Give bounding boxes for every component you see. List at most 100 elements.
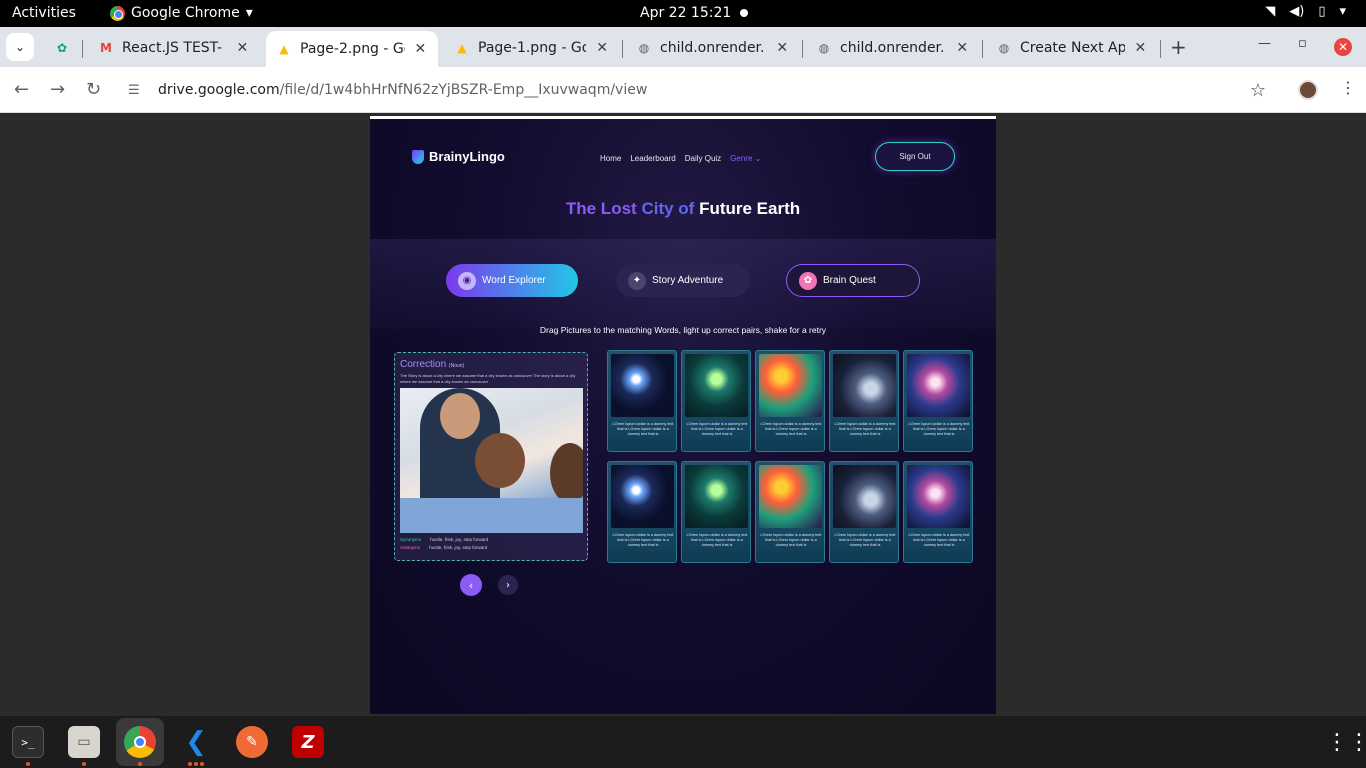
- brain-quest-button[interactable]: ✿ Brain Quest: [786, 264, 920, 297]
- app-menu-label: Google Chrome: [131, 5, 240, 21]
- tab-page-2[interactable]: ▲ Page-2.png - Go ✕: [266, 31, 438, 67]
- url-text[interactable]: drive.google.com/file/d/1w4bhHrNfN62zYjB…: [158, 82, 647, 98]
- profile-avatar[interactable]: [1298, 80, 1318, 100]
- picture-card[interactable]: LOrem Ispum dollar is a dummy text that …: [681, 461, 751, 563]
- running-indicator: [82, 762, 86, 766]
- space-portal-image: [611, 354, 674, 417]
- tab-page-1[interactable]: ▲ Page-1.png - Go ✕: [444, 33, 620, 63]
- nav-genre-label: Genre: [730, 154, 753, 163]
- word-title: Correction (Noun): [400, 359, 464, 370]
- synonyms-label: Synonyms: [400, 537, 422, 542]
- nav-leaderboard[interactable]: Leaderboard: [630, 154, 675, 163]
- story-adventure-button[interactable]: ✦ Story Adventure: [616, 264, 750, 297]
- running-indicator: [188, 762, 192, 766]
- show-apps-icon[interactable]: ⋮⋮⋮: [1326, 730, 1366, 755]
- tab-search-button[interactable]: ⌄: [6, 33, 34, 61]
- tab-chatgpt[interactable]: ✿: [44, 33, 80, 63]
- terminal-icon[interactable]: >_: [12, 726, 44, 758]
- activities-button[interactable]: Activities: [12, 5, 76, 21]
- part-of-speech: (Noun): [448, 363, 465, 369]
- address-bar[interactable]: ☰ drive.google.com/file/d/1w4bhHrNfN62zY…: [120, 74, 1280, 106]
- instruction-text: Drag Pictures to the matching Words, lig…: [539, 325, 827, 335]
- more-menu-icon[interactable]: ⋮: [1340, 78, 1356, 97]
- picture-card[interactable]: LOrem Ispum dollar is a dummy text that …: [903, 461, 973, 563]
- nav-home[interactable]: Home: [600, 154, 621, 163]
- photo-student: [475, 433, 525, 488]
- app-menu[interactable]: Google Chrome ▾: [110, 5, 253, 21]
- picture-caption: LOrem Ispum dollar is a dummy text that …: [908, 422, 970, 436]
- picture-card[interactable]: LOrem Ispum dollar is a dummy text that …: [607, 461, 677, 563]
- picture-caption: LOrem Ispum dollar is a dummy text that …: [686, 422, 748, 436]
- word-explorer-button[interactable]: ◉ Word Explorer: [446, 264, 578, 297]
- colorful-nebula-image: [759, 354, 822, 417]
- magnifier-icon: ◉: [458, 271, 476, 290]
- close-tab-icon[interactable]: ✕: [413, 41, 428, 57]
- chrome-icon: [110, 5, 125, 21]
- postman-icon[interactable]: ✎: [236, 726, 268, 758]
- running-indicator: [138, 762, 142, 766]
- files-icon[interactable]: ▭: [68, 726, 100, 758]
- title-part-3: Future Earth: [699, 199, 801, 218]
- space-vortex-image: [907, 354, 970, 417]
- previous-button[interactable]: ‹: [460, 574, 482, 596]
- wifi-icon: ◥: [1265, 4, 1276, 19]
- word-text: Correction: [400, 359, 447, 370]
- minimize-icon[interactable]: —: [1258, 36, 1271, 51]
- tab-separator: [982, 40, 983, 58]
- close-tab-icon[interactable]: ✕: [775, 40, 790, 56]
- bookmark-star-icon[interactable]: ☆: [1250, 80, 1266, 101]
- chrome-icon[interactable]: [124, 726, 156, 758]
- picture-grid: LOrem Ispum dollar is a dummy text that …: [607, 350, 973, 563]
- url-path: /file/d/1w4bhHrNfN62zYjBSZR-Emp__Ixuvwaq…: [279, 82, 648, 98]
- next-button[interactable]: ›: [498, 575, 518, 595]
- back-icon[interactable]: ←: [14, 79, 29, 100]
- tab-gmail[interactable]: M React.JS TEST- I ✕: [88, 33, 260, 63]
- picture-caption: LOrem Ispum dollar is a dummy text that …: [834, 533, 896, 547]
- site-nav: Home Leaderboard Daily Quiz Genre ⌄: [600, 154, 761, 163]
- battery-icon: ▯: [1318, 4, 1326, 19]
- tab-label: child.onrender.: [660, 40, 765, 56]
- close-tab-icon[interactable]: ✕: [955, 40, 970, 56]
- picture-card[interactable]: LOrem Ispum dollar is a dummy text that …: [755, 350, 825, 452]
- nav-daily-quiz[interactable]: Daily Quiz: [685, 154, 721, 163]
- system-tray[interactable]: ◥ ◀) ▯ ▾: [1265, 4, 1346, 19]
- tab-child-onrender-2[interactable]: ◍ child.onrender. ✕: [806, 33, 980, 63]
- vscode-icon[interactable]: ❮: [180, 726, 212, 758]
- close-window-icon[interactable]: ✕: [1334, 38, 1352, 56]
- new-tab-icon[interactable]: +: [1170, 35, 1187, 59]
- picture-caption: LOrem Ispum dollar is a dummy text that …: [612, 533, 674, 547]
- title-part-1: The Lost: [565, 199, 637, 218]
- tab-child-onrender-1[interactable]: ◍ child.onrender. ✕: [626, 33, 800, 63]
- antonyms-value: hustle, frisk, joy, step forward: [429, 545, 488, 550]
- system-top-bar: Activities Google Chrome ▾ Apr 22 15:21 …: [0, 0, 1366, 27]
- google-drive-icon: ▲: [457, 41, 467, 55]
- tab-label: Create Next Ap: [1020, 40, 1125, 56]
- brainylingo-logo[interactable]: BrainyLingo: [412, 149, 505, 164]
- site-settings-icon[interactable]: ☰: [128, 83, 148, 98]
- tab-create-next-app[interactable]: ◍ Create Next Ap ✕: [986, 33, 1158, 63]
- picture-card[interactable]: LOrem Ispum dollar is a dummy text that …: [829, 350, 899, 452]
- forward-icon[interactable]: →: [50, 79, 65, 100]
- picture-card[interactable]: LOrem Ispum dollar is a dummy text that …: [607, 350, 677, 452]
- close-tab-icon[interactable]: ✕: [235, 40, 250, 56]
- astronaut-icon: ✦: [628, 271, 646, 290]
- picture-caption: LOrem Ispum dollar is a dummy text that …: [760, 422, 822, 436]
- picture-card[interactable]: LOrem Ispum dollar is a dummy text that …: [903, 350, 973, 452]
- close-tab-icon[interactable]: ✕: [1133, 40, 1148, 56]
- running-indicator: [26, 762, 30, 766]
- logo-text: BrainyLingo: [429, 149, 505, 164]
- filezilla-icon[interactable]: Z: [292, 726, 324, 758]
- close-tab-icon[interactable]: ✕: [594, 40, 610, 56]
- space-vortex-image: [907, 465, 970, 528]
- tab-separator: [82, 40, 83, 58]
- nav-genre[interactable]: Genre ⌄: [730, 154, 761, 163]
- reload-icon[interactable]: ↻: [86, 79, 101, 100]
- picture-card[interactable]: LOrem Ispum dollar is a dummy text that …: [681, 350, 751, 452]
- picture-card[interactable]: LOrem Ispum dollar is a dummy text that …: [755, 461, 825, 563]
- globe-icon: ◍: [638, 41, 650, 55]
- sign-out-button[interactable]: Sign Out: [875, 142, 955, 171]
- maximize-icon[interactable]: ▫: [1298, 36, 1307, 51]
- clock[interactable]: Apr 22 15:21: [640, 5, 731, 21]
- picture-card[interactable]: LOrem Ispum dollar is a dummy text that …: [829, 461, 899, 563]
- spaceship-image: [833, 465, 896, 528]
